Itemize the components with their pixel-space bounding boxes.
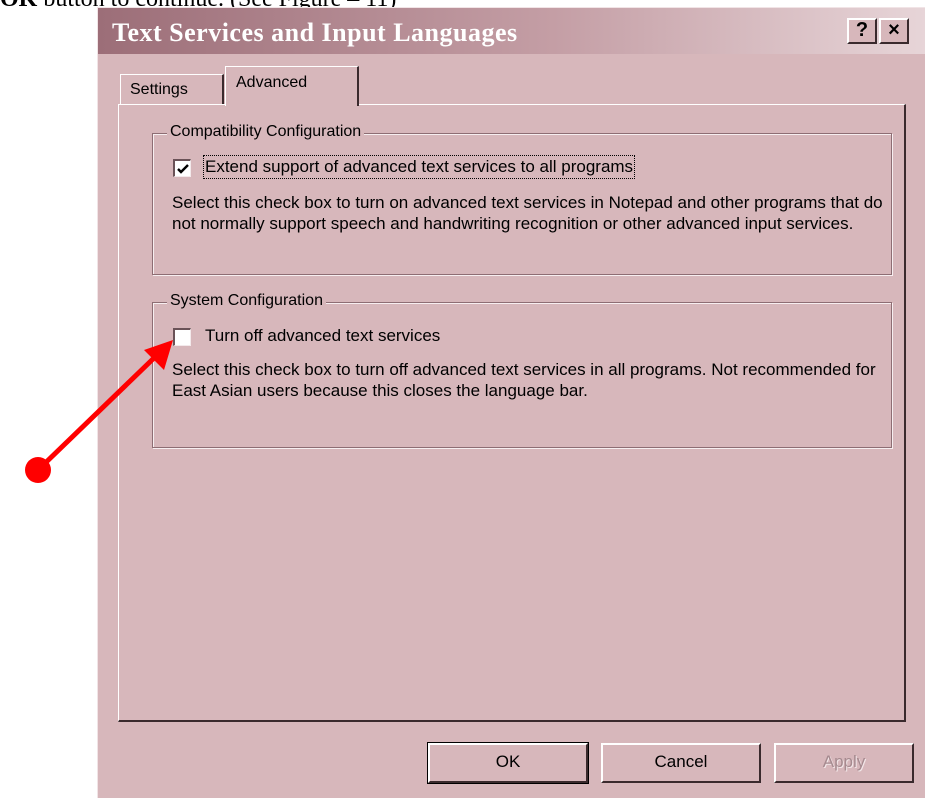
document-text-bold: OK [0, 0, 37, 12]
compatibility-configuration-legend: Compatibility Configuration [167, 123, 365, 141]
annotation-dot [25, 457, 51, 483]
text-services-dialog: Text Services and Input Languages ? × Se… [97, 7, 925, 798]
tab-settings[interactable]: Settings [120, 74, 224, 104]
window-title: Text Services and Input Languages [112, 18, 518, 47]
extend-support-checkbox[interactable] [173, 159, 191, 177]
system-configuration-description: Select this check box to turn off advanc… [172, 360, 876, 400]
advanced-tab-panel: Compatibility Configuration Extend suppo… [118, 104, 906, 722]
system-configuration-legend: System Configuration [167, 292, 326, 310]
checkmark-icon [177, 164, 189, 174]
compatibility-description: Select this check box to turn on advance… [172, 193, 883, 233]
help-button[interactable]: ? [847, 18, 877, 44]
turn-off-text-services-checkbox[interactable] [173, 328, 191, 346]
title-bar[interactable]: Text Services and Input Languages ? × [98, 8, 925, 54]
compatibility-configuration-group: Compatibility Configuration Extend suppo… [152, 123, 892, 275]
ok-button[interactable]: OK [427, 742, 589, 784]
close-button[interactable]: × [879, 18, 909, 44]
extend-support-label[interactable]: Extend support of advanced text services… [202, 155, 636, 179]
cancel-button[interactable]: Cancel [601, 743, 761, 783]
turn-off-text-services-label[interactable]: Turn off advanced text services [205, 326, 440, 346]
apply-button[interactable]: Apply [774, 743, 914, 783]
tab-advanced[interactable]: Advanced [225, 66, 359, 106]
system-configuration-group: System Configuration Turn off advanced t… [152, 292, 892, 448]
